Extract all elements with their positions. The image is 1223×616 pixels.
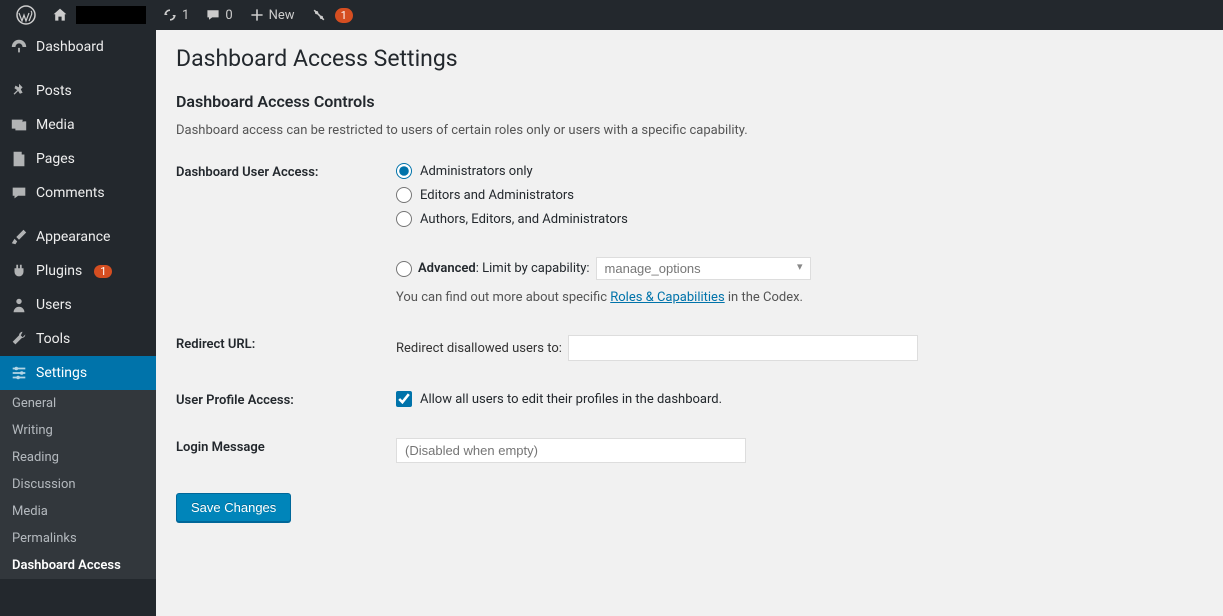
wrench-icon xyxy=(10,330,28,348)
submenu-reading[interactable]: Reading xyxy=(0,444,156,471)
admin-sidebar: Dashboard Posts Media Pages Comments App… xyxy=(0,30,156,616)
user-access-label: Dashboard User Access: xyxy=(176,163,396,180)
redirect-url-input-wrap xyxy=(568,335,918,361)
sidebar-label: Media xyxy=(36,117,75,133)
submenu-writing[interactable]: Writing xyxy=(0,417,156,444)
radio-advanced-input[interactable] xyxy=(396,261,412,277)
brush-icon xyxy=(10,228,28,246)
radio-label: Authors, Editors, and Administrators xyxy=(420,212,628,227)
site-name-menu[interactable] xyxy=(44,0,154,30)
sidebar-item-tools[interactable]: Tools xyxy=(0,322,156,356)
redirect-label: Redirect URL: xyxy=(176,335,396,352)
comments-menu[interactable]: 0 xyxy=(197,0,240,30)
plugins-badge: 1 xyxy=(94,265,112,278)
submenu-permalinks[interactable]: Permalinks xyxy=(0,525,156,552)
seo-menu[interactable]: 1 xyxy=(303,0,361,30)
sidebar-label: Users xyxy=(36,297,72,313)
updates-menu[interactable]: 1 xyxy=(154,0,197,30)
submenu-dashboard-access[interactable]: Dashboard Access xyxy=(0,552,156,579)
comment-icon xyxy=(205,7,221,23)
radio-editors-admins[interactable]: Editors and Administrators xyxy=(396,187,1203,203)
roles-capabilities-link[interactable]: Roles & Capabilities xyxy=(610,290,724,305)
radio-authors-editors-admins[interactable]: Authors, Editors, and Administrators xyxy=(396,211,1203,227)
site-name-redacted xyxy=(76,6,146,24)
plus-icon xyxy=(249,7,265,23)
refresh-icon xyxy=(162,7,178,23)
radio-advanced-row: Advanced: Limit by capability: manage_op… xyxy=(396,257,1203,280)
sidebar-label: Settings xyxy=(36,365,87,381)
sidebar-item-media[interactable]: Media xyxy=(0,108,156,142)
capabilities-description: You can find out more about specific Rol… xyxy=(396,290,1203,305)
admin-toolbar: 1 0 New 1 xyxy=(0,0,1223,30)
section-description: Dashboard access can be restricted to us… xyxy=(176,123,1203,138)
save-button[interactable]: Save Changes xyxy=(176,493,291,522)
sidebar-label: Plugins xyxy=(36,263,82,279)
submenu-media[interactable]: Media xyxy=(0,498,156,525)
new-content-menu[interactable]: New xyxy=(241,0,303,30)
sidebar-item-settings[interactable]: Settings xyxy=(0,356,156,390)
radio-authors-editors-admins-input[interactable] xyxy=(396,211,412,227)
main-content: Dashboard Access Settings Dashboard Acce… xyxy=(156,30,1223,616)
users-icon xyxy=(10,296,28,314)
profile-checkbox-input[interactable] xyxy=(396,391,412,407)
submenu-general[interactable]: General xyxy=(0,390,156,417)
radio-editors-admins-input[interactable] xyxy=(396,187,412,203)
login-label: Login Message xyxy=(176,438,396,455)
login-message-input[interactable] xyxy=(396,438,746,463)
radio-label: Administrators only xyxy=(420,164,533,179)
redirect-url-input[interactable] xyxy=(569,336,917,360)
sidebar-item-comments[interactable]: Comments xyxy=(0,176,156,210)
advanced-prefix: : Limit by capability: xyxy=(476,261,590,276)
radio-label: Editors and Administrators xyxy=(420,188,574,203)
media-icon xyxy=(10,116,28,134)
wp-logo-menu[interactable] xyxy=(8,0,44,30)
sidebar-label: Comments xyxy=(36,185,105,201)
section-title: Dashboard Access Controls xyxy=(176,92,1203,111)
updates-count: 1 xyxy=(182,8,189,23)
row-login-message: Login Message xyxy=(176,438,1203,463)
radio-admins-only[interactable]: Administrators only xyxy=(396,163,1203,179)
settings-submenu: General Writing Reading Discussion Media… xyxy=(0,390,156,579)
row-user-profile: User Profile Access: Allow all users to … xyxy=(176,391,1203,408)
sidebar-item-appearance[interactable]: Appearance xyxy=(0,220,156,254)
dashboard-icon xyxy=(10,38,28,56)
page-title: Dashboard Access Settings xyxy=(176,45,1203,72)
plugin-icon xyxy=(10,262,28,280)
new-label: New xyxy=(269,8,295,23)
seo-icon xyxy=(311,7,327,23)
sidebar-item-pages[interactable]: Pages xyxy=(0,142,156,176)
sidebar-label: Appearance xyxy=(36,229,110,245)
profile-checkbox-label: Allow all users to edit their profiles i… xyxy=(420,392,722,407)
sliders-icon xyxy=(10,364,28,382)
seo-badge: 1 xyxy=(335,8,353,23)
wordpress-icon xyxy=(16,5,36,25)
home-icon xyxy=(52,7,68,23)
profile-label: User Profile Access: xyxy=(176,391,396,408)
sidebar-item-posts[interactable]: Posts xyxy=(0,74,156,108)
profile-checkbox-row[interactable]: Allow all users to edit their profiles i… xyxy=(396,391,1203,407)
sidebar-label: Dashboard xyxy=(36,39,104,55)
comments-icon xyxy=(10,184,28,202)
capability-select[interactable]: manage_options xyxy=(596,257,811,280)
redirect-text: Redirect disallowed users to: xyxy=(396,341,562,356)
sidebar-item-users[interactable]: Users xyxy=(0,288,156,322)
sidebar-label: Posts xyxy=(36,83,72,99)
sidebar-label: Pages xyxy=(36,151,75,167)
page-icon xyxy=(10,150,28,168)
row-redirect-url: Redirect URL: Redirect disallowed users … xyxy=(176,335,1203,361)
radio-admins-only-input[interactable] xyxy=(396,163,412,179)
comments-count: 0 xyxy=(225,8,232,23)
advanced-label: Advanced xyxy=(418,261,476,276)
pin-icon xyxy=(10,82,28,100)
submenu-discussion[interactable]: Discussion xyxy=(0,471,156,498)
sidebar-label: Tools xyxy=(36,331,70,347)
sidebar-item-plugins[interactable]: Plugins 1 xyxy=(0,254,156,288)
sidebar-item-dashboard[interactable]: Dashboard xyxy=(0,30,156,64)
row-user-access: Dashboard User Access: Administrators on… xyxy=(176,163,1203,305)
